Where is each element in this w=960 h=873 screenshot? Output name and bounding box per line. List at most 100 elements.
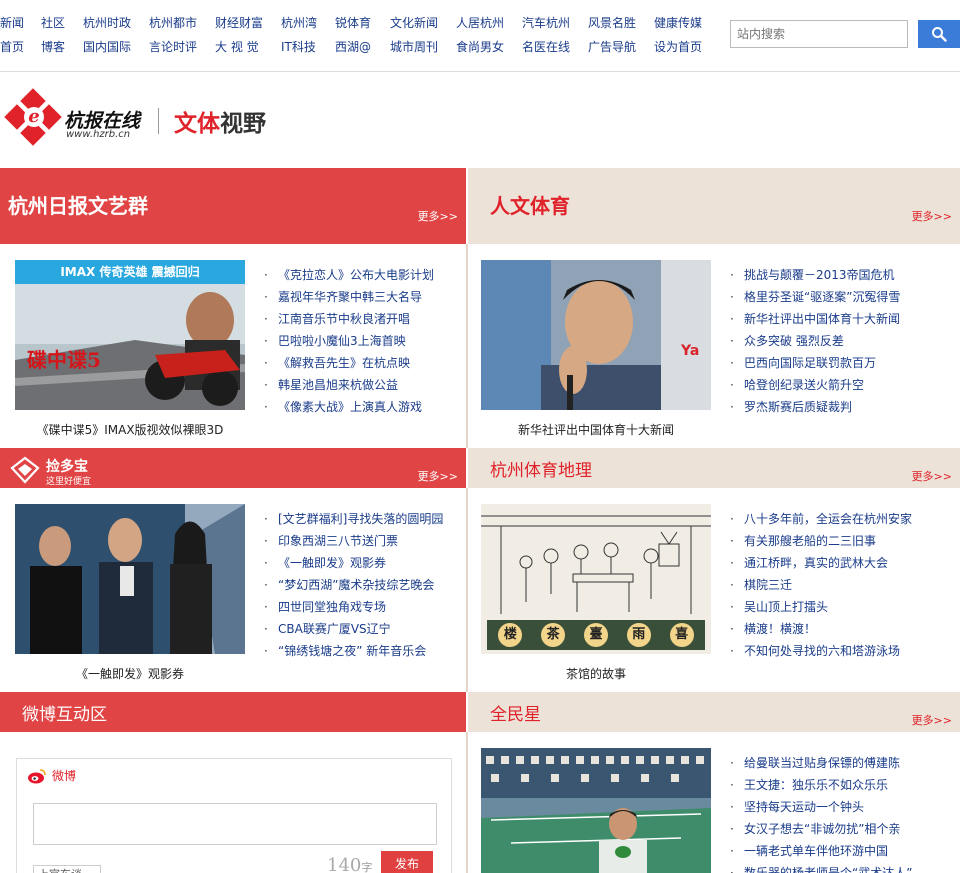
nav-link[interactable]: 设为首页 [654, 38, 720, 55]
list-item[interactable]: 《解救吾先生》在杭点映 [264, 352, 434, 374]
section-header-literary: 杭州日报文艺群 更多>> [0, 168, 466, 244]
char-count-value: 140 [327, 855, 362, 873]
section-header-allstar: 全民星 更多>> [468, 692, 960, 732]
nav-row-2: 首页 博客 国内国际 言论时评 大 视 觉 IT科技 西湖@ 城市周刊 食尚男女… [0, 38, 720, 55]
list-item[interactable]: 巴啦啦小魔仙3上海首映 [264, 330, 434, 352]
section-header-sports: 人文体育 更多>> [468, 168, 960, 244]
nav-link[interactable]: 博客 [41, 38, 83, 55]
list-item[interactable]: 有关那艘老船的二三旧事 [730, 530, 912, 552]
nav-link[interactable]: 西湖@ [335, 38, 390, 55]
char-count-unit: 字 [361, 861, 373, 873]
list-item[interactable]: 巴西向国际足联罚款百万 [730, 352, 900, 374]
nav-link[interactable]: 锐体育 [335, 14, 390, 31]
list-item[interactable]: 嘉视年华齐聚中韩三大名导 [264, 286, 434, 308]
nav-link[interactable]: 财经财富 [215, 14, 281, 31]
nav-link[interactable]: 广告导航 [588, 38, 654, 55]
image-caption[interactable]: 新华社评出中国体育十大新闻 [481, 421, 711, 438]
weibo-tab[interactable]: 上官东谈 [33, 865, 101, 873]
list-item[interactable]: [文艺群福利]寻找失落的圆明园 [264, 508, 443, 530]
nav-link[interactable]: 杭州时政 [83, 14, 149, 31]
more-link[interactable]: 更多>> [912, 468, 952, 484]
more-link[interactable]: 更多>> [418, 468, 458, 484]
nav-link[interactable]: 食尚男女 [456, 38, 522, 55]
column-divider [466, 488, 468, 692]
list-item[interactable]: 王文捷：独乐乐不如众乐乐 [730, 774, 912, 796]
nav-link[interactable]: 杭州湾 [281, 14, 335, 31]
section-title: 杭州体育地理 [490, 461, 592, 481]
list-item[interactable]: 吴山顶上打擂头 [730, 596, 912, 618]
teahouse-illustration-image[interactable]: 楼 茶 臺 雨 喜 [481, 504, 711, 654]
list-item[interactable]: CBA联赛广厦VS辽宁 [264, 618, 443, 640]
image-caption[interactable]: 茶馆的故事 [481, 665, 711, 682]
channel-title-b: 视野 [220, 110, 266, 137]
nav-link[interactable]: 城市周刊 [390, 38, 456, 55]
section-title: 微博互动区 [22, 705, 107, 725]
list-item[interactable]: 一辆老式单车伴他环游中国 [730, 840, 912, 862]
deals-brand: 捡多宝 [46, 459, 88, 475]
logo-band: e 杭报在线 www.hzrb.cn 文体视野 [0, 72, 960, 168]
column-divider [466, 732, 468, 873]
list-item[interactable]: 八十多年前，全运会在杭州安家 [730, 508, 912, 530]
teahouse-sign-char: 雨 [626, 623, 651, 647]
list-item[interactable]: 横渡！横渡！ [730, 618, 912, 640]
section-header-deals: 捡多宝 这里好便宜 更多>> [0, 448, 466, 488]
nav-link[interactable]: 名医在线 [522, 38, 588, 55]
nav-link[interactable]: 健康传媒 [654, 14, 720, 31]
nav-link[interactable]: 人居杭州 [456, 14, 522, 31]
more-link[interactable]: 更多>> [912, 712, 952, 728]
list-item[interactable]: 韩星池昌旭来杭做公益 [264, 374, 434, 396]
more-link[interactable]: 更多>> [418, 208, 458, 224]
movie-ticket-image[interactable] [15, 504, 245, 654]
nav-link[interactable]: 杭州都市 [149, 14, 215, 31]
allstar-photo-image[interactable] [481, 748, 711, 873]
news-list-literary: 《克拉恋人》公布大电影计划 嘉视年华齐聚中韩三大名导 江南音乐节中秋良渚开唱 巴… [264, 264, 434, 418]
hzrb-logo-icon[interactable]: e [4, 88, 62, 146]
list-item[interactable]: 《一触即发》观影券 [264, 552, 443, 574]
list-item[interactable]: “梦幻西湖”魔术杂技综艺晚会 [264, 574, 443, 596]
nav-link[interactable]: 大 视 觉 [215, 38, 281, 55]
list-item[interactable]: 通江桥畔，真实的武林大会 [730, 552, 912, 574]
list-item[interactable]: 江南音乐节中秋良渚开唱 [264, 308, 434, 330]
list-item[interactable]: 四世同堂独角戏专场 [264, 596, 443, 618]
list-item[interactable]: 给曼联当过贴身保镖的傅建陈 [730, 752, 912, 774]
nav-link[interactable]: 社区 [41, 14, 83, 31]
list-item[interactable]: 哈登创纪录送火箭升空 [730, 374, 900, 396]
nav-link[interactable]: 文化新闻 [390, 14, 456, 31]
weibo-text-input[interactable] [33, 803, 437, 845]
weibo-post-button[interactable]: 发布 [381, 851, 433, 873]
movie-poster-image[interactable]: IMAX 传奇英雄 震撼回归 碟中谍5 [15, 260, 245, 410]
nav-link[interactable]: 新闻 [0, 14, 41, 31]
list-item[interactable]: 女汉子想去“非诚勿扰”相个亲 [730, 818, 912, 840]
section-title: 人文体育 [490, 194, 570, 218]
list-item[interactable]: 众多突破 强烈反差 [730, 330, 900, 352]
list-item[interactable]: 不知何处寻找的六和塔游泳场 [730, 640, 912, 662]
nav-link[interactable]: 国内国际 [83, 38, 149, 55]
list-item[interactable]: 《克拉恋人》公布大电影计划 [264, 264, 434, 286]
char-counter: 140字 [327, 855, 372, 873]
nav-link[interactable]: 汽车杭州 [522, 14, 588, 31]
list-item[interactable]: 印象西湖三八节送门票 [264, 530, 443, 552]
list-item[interactable]: 格里芬圣诞“驱逐案”沉冤得雪 [730, 286, 900, 308]
nav-row-1: 新闻 社区 杭州时政 杭州都市 财经财富 杭州湾 锐体育 文化新闻 人居杭州 汽… [0, 14, 720, 31]
list-item[interactable]: 数乐器的杨老师是个“武术达人” [730, 862, 912, 873]
list-item[interactable]: “锦绣钱塘之夜” 新年音乐会 [264, 640, 443, 662]
image-caption[interactable]: 《碟中谍5》IMAX版视效似裸眼3D [15, 421, 245, 438]
search-input[interactable] [730, 20, 908, 48]
search-button[interactable] [918, 20, 960, 48]
nav-link[interactable]: 首页 [0, 38, 41, 55]
nav-link[interactable]: 风景名胜 [588, 14, 654, 31]
list-item[interactable]: 罗杰斯赛后质疑裁判 [730, 396, 900, 418]
more-link[interactable]: 更多>> [912, 208, 952, 224]
athlete-photo-image[interactable]: Ya [481, 260, 711, 410]
weibo-widget: 微博 140字 发布 上官东谈 [16, 758, 452, 873]
list-item[interactable]: 棋院三迁 [730, 574, 912, 596]
list-item[interactable]: 新华社评出中国体育十大新闻 [730, 308, 900, 330]
list-item[interactable]: 坚持每天运动一个钟头 [730, 796, 912, 818]
nav-link[interactable]: 言论时评 [149, 38, 215, 55]
search-icon [932, 27, 947, 42]
list-item[interactable]: 《像素大战》上演真人游戏 [264, 396, 434, 418]
list-item[interactable]: 挑战与颠覆－2013帝国危机 [730, 264, 900, 286]
nav-link[interactable]: IT科技 [281, 38, 335, 55]
logo-divider [158, 108, 159, 134]
image-caption[interactable]: 《一触即发》观影券 [15, 665, 245, 682]
